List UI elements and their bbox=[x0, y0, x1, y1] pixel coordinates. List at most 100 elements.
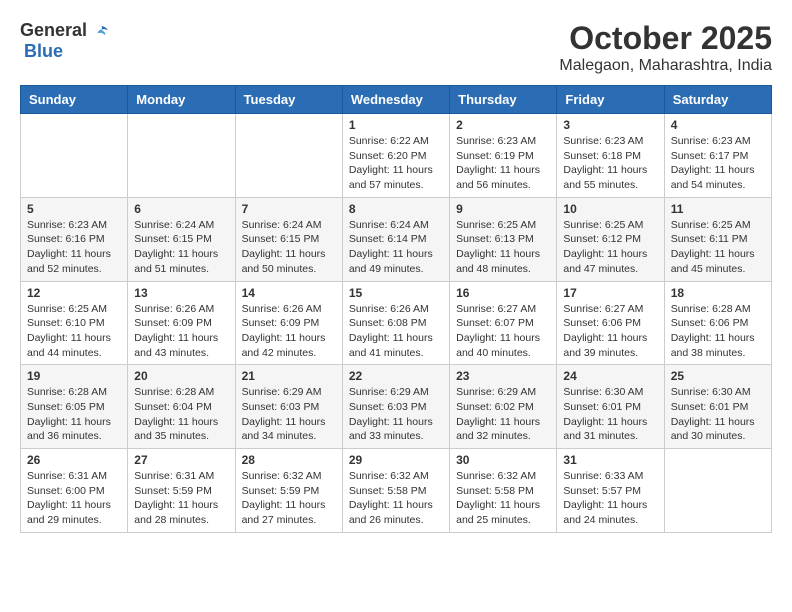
calendar-cell: 22Sunrise: 6:29 AMSunset: 6:03 PMDayligh… bbox=[342, 365, 449, 449]
calendar-cell bbox=[235, 114, 342, 198]
calendar-cell: 28 Sunrise: 6:32 AMSunset: 5:59 PMDayligh… bbox=[235, 449, 342, 533]
day-number: 6 bbox=[134, 202, 228, 216]
day-info: Sunrise: 6:32 AMSunset: 5:58 PMDaylight:… bbox=[349, 469, 443, 528]
calendar-table: SundayMondayTuesdayWednesdayThursdayFrid… bbox=[20, 85, 772, 533]
day-info: Sunrise: 6:28 AMSunset: 6:06 PMDaylight:… bbox=[671, 302, 765, 361]
calendar-header-row: SundayMondayTuesdayWednesdayThursdayFrid… bbox=[21, 86, 772, 114]
logo: General Blue bbox=[20, 20, 109, 62]
day-info: Sunrise: 6:26 AMSunset: 6:08 PMDaylight:… bbox=[349, 302, 443, 361]
day-number: 14 bbox=[242, 286, 336, 300]
weekday-header: Wednesday bbox=[342, 86, 449, 114]
day-number: 17 bbox=[563, 286, 657, 300]
weekday-header: Sunday bbox=[21, 86, 128, 114]
day-info: Sunrise: 6:23 AMSunset: 6:17 PMDaylight:… bbox=[671, 134, 765, 193]
day-info: Sunrise: 6:28 AMSunset: 6:05 PMDaylight:… bbox=[27, 385, 121, 444]
calendar-cell: 15 Sunrise: 6:26 AMSunset: 6:08 PMDayligh… bbox=[342, 281, 449, 365]
calendar-cell: 27 Sunrise: 6:31 AMSunset: 5:59 PMDayligh… bbox=[128, 449, 235, 533]
weekday-header: Tuesday bbox=[235, 86, 342, 114]
day-info: Sunrise: 6:32 AMSunset: 5:58 PMDaylight:… bbox=[456, 469, 550, 528]
calendar-cell: 26Sunrise: 6:31 AMSunset: 6:00 PMDayligh… bbox=[21, 449, 128, 533]
day-number: 31 bbox=[563, 453, 657, 467]
day-number: 9 bbox=[456, 202, 550, 216]
day-number: 11 bbox=[671, 202, 765, 216]
day-info: Sunrise: 6:30 AMSunset: 6:01 PMDaylight:… bbox=[671, 385, 765, 444]
calendar-cell: 8 Sunrise: 6:24 AMSunset: 6:14 PMDaylight… bbox=[342, 197, 449, 281]
weekday-header: Monday bbox=[128, 86, 235, 114]
calendar-cell: 10 Sunrise: 6:25 AMSunset: 6:12 PMDayligh… bbox=[557, 197, 664, 281]
day-info: Sunrise: 6:22 AMSunset: 6:20 PMDaylight:… bbox=[349, 134, 443, 193]
calendar-cell: 13Sunrise: 6:26 AMSunset: 6:09 PMDayligh… bbox=[128, 281, 235, 365]
calendar-cell: 3 Sunrise: 6:23 AMSunset: 6:18 PMDaylight… bbox=[557, 114, 664, 198]
calendar-cell bbox=[128, 114, 235, 198]
calendar-week-row: 19Sunrise: 6:28 AMSunset: 6:05 PMDayligh… bbox=[21, 365, 772, 449]
day-info: Sunrise: 6:25 AMSunset: 6:10 PMDaylight:… bbox=[27, 302, 121, 361]
calendar-week-row: 26Sunrise: 6:31 AMSunset: 6:00 PMDayligh… bbox=[21, 449, 772, 533]
calendar-cell: 5 Sunrise: 6:23 AMSunset: 6:16 PMDaylight… bbox=[21, 197, 128, 281]
day-info: Sunrise: 6:30 AMSunset: 6:01 PMDaylight:… bbox=[563, 385, 657, 444]
calendar-cell: 19Sunrise: 6:28 AMSunset: 6:05 PMDayligh… bbox=[21, 365, 128, 449]
calendar-cell: 7 Sunrise: 6:24 AMSunset: 6:15 PMDaylight… bbox=[235, 197, 342, 281]
day-info: Sunrise: 6:26 AMSunset: 6:09 PMDaylight:… bbox=[242, 302, 336, 361]
day-number: 3 bbox=[563, 118, 657, 132]
day-number: 15 bbox=[349, 286, 443, 300]
calendar-cell: 12 Sunrise: 6:25 AMSunset: 6:10 PMDayligh… bbox=[21, 281, 128, 365]
calendar-cell: 4 Sunrise: 6:23 AMSunset: 6:17 PMDaylight… bbox=[664, 114, 771, 198]
day-info: Sunrise: 6:23 AMSunset: 6:16 PMDaylight:… bbox=[27, 218, 121, 277]
day-number: 16 bbox=[456, 286, 550, 300]
day-number: 23 bbox=[456, 369, 550, 383]
day-number: 8 bbox=[349, 202, 443, 216]
day-number: 30 bbox=[456, 453, 550, 467]
calendar-cell: 11 Sunrise: 6:25 AMSunset: 6:11 PMDayligh… bbox=[664, 197, 771, 281]
day-number: 7 bbox=[242, 202, 336, 216]
month-title: October 2025 bbox=[559, 20, 772, 57]
day-number: 2 bbox=[456, 118, 550, 132]
calendar-cell: 1 Sunrise: 6:22 AMSunset: 6:20 PMDaylight… bbox=[342, 114, 449, 198]
logo-general: General bbox=[20, 20, 87, 41]
calendar-cell bbox=[21, 114, 128, 198]
day-info: Sunrise: 6:27 AMSunset: 6:06 PMDaylight:… bbox=[563, 302, 657, 361]
day-number: 26 bbox=[27, 453, 121, 467]
day-number: 27 bbox=[134, 453, 228, 467]
calendar-cell: 16 Sunrise: 6:27 AMSunset: 6:07 PMDayligh… bbox=[450, 281, 557, 365]
day-info: Sunrise: 6:29 AMSunset: 6:02 PMDaylight:… bbox=[456, 385, 550, 444]
day-info: Sunrise: 6:28 AMSunset: 6:04 PMDaylight:… bbox=[134, 385, 228, 444]
calendar-cell: 24Sunrise: 6:30 AMSunset: 6:01 PMDayligh… bbox=[557, 365, 664, 449]
calendar-cell: 23 Sunrise: 6:29 AMSunset: 6:02 PMDayligh… bbox=[450, 365, 557, 449]
calendar-cell: 17 Sunrise: 6:27 AMSunset: 6:06 PMDayligh… bbox=[557, 281, 664, 365]
page-header: General Blue October 2025 Malegaon, Maha… bbox=[20, 20, 772, 75]
calendar-week-row: 12 Sunrise: 6:25 AMSunset: 6:10 PMDayligh… bbox=[21, 281, 772, 365]
day-info: Sunrise: 6:32 AMSunset: 5:59 PMDaylight:… bbox=[242, 469, 336, 528]
day-info: Sunrise: 6:29 AMSunset: 6:03 PMDaylight:… bbox=[242, 385, 336, 444]
calendar-cell: 14 Sunrise: 6:26 AMSunset: 6:09 PMDayligh… bbox=[235, 281, 342, 365]
day-info: Sunrise: 6:29 AMSunset: 6:03 PMDaylight:… bbox=[349, 385, 443, 444]
day-number: 18 bbox=[671, 286, 765, 300]
logo-bird-icon bbox=[89, 21, 109, 41]
calendar-cell: 2Sunrise: 6:23 AMSunset: 6:19 PMDaylight… bbox=[450, 114, 557, 198]
calendar-cell: 25Sunrise: 6:30 AMSunset: 6:01 PMDayligh… bbox=[664, 365, 771, 449]
day-info: Sunrise: 6:27 AMSunset: 6:07 PMDaylight:… bbox=[456, 302, 550, 361]
day-number: 4 bbox=[671, 118, 765, 132]
day-info: Sunrise: 6:23 AMSunset: 6:18 PMDaylight:… bbox=[563, 134, 657, 193]
day-info: Sunrise: 6:25 AMSunset: 6:12 PMDaylight:… bbox=[563, 218, 657, 277]
calendar-cell: 6 Sunrise: 6:24 AMSunset: 6:15 PMDaylight… bbox=[128, 197, 235, 281]
calendar-week-row: 5 Sunrise: 6:23 AMSunset: 6:16 PMDaylight… bbox=[21, 197, 772, 281]
location: Malegaon, Maharashtra, India bbox=[559, 57, 772, 75]
day-info: Sunrise: 6:26 AMSunset: 6:09 PMDaylight:… bbox=[134, 302, 228, 361]
day-number: 5 bbox=[27, 202, 121, 216]
weekday-header: Thursday bbox=[450, 86, 557, 114]
calendar-cell: 30 Sunrise: 6:32 AMSunset: 5:58 PMDayligh… bbox=[450, 449, 557, 533]
day-number: 28 bbox=[242, 453, 336, 467]
weekday-header: Saturday bbox=[664, 86, 771, 114]
day-number: 29 bbox=[349, 453, 443, 467]
day-number: 1 bbox=[349, 118, 443, 132]
day-info: Sunrise: 6:31 AMSunset: 5:59 PMDaylight:… bbox=[134, 469, 228, 528]
day-info: Sunrise: 6:24 AMSunset: 6:14 PMDaylight:… bbox=[349, 218, 443, 277]
day-info: Sunrise: 6:24 AMSunset: 6:15 PMDaylight:… bbox=[242, 218, 336, 277]
day-number: 12 bbox=[27, 286, 121, 300]
day-number: 10 bbox=[563, 202, 657, 216]
day-info: Sunrise: 6:25 AMSunset: 6:11 PMDaylight:… bbox=[671, 218, 765, 277]
calendar-cell bbox=[664, 449, 771, 533]
day-info: Sunrise: 6:24 AMSunset: 6:15 PMDaylight:… bbox=[134, 218, 228, 277]
calendar-cell: 20Sunrise: 6:28 AMSunset: 6:04 PMDayligh… bbox=[128, 365, 235, 449]
logo-blue: Blue bbox=[24, 41, 63, 61]
